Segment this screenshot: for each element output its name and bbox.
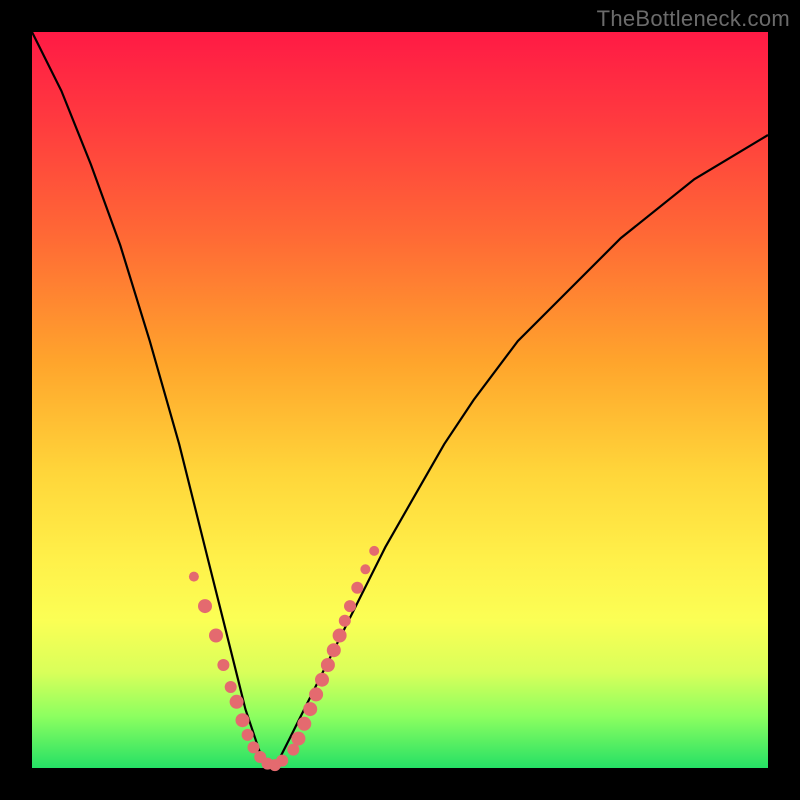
dots-left-cluster	[189, 572, 288, 772]
curve-svg	[32, 32, 768, 768]
bottleneck-curve	[32, 32, 768, 768]
chart-frame: TheBottleneck.com	[0, 0, 800, 800]
data-dot	[360, 564, 370, 574]
dots-right-cluster	[287, 546, 379, 756]
data-dot	[230, 695, 244, 709]
data-dot	[297, 717, 311, 731]
data-dot	[321, 658, 335, 672]
data-dot	[309, 687, 323, 701]
data-dot	[236, 713, 250, 727]
data-dot	[303, 702, 317, 716]
data-dot	[315, 673, 329, 687]
data-dot	[242, 729, 254, 741]
data-dot	[276, 755, 288, 767]
data-dot	[225, 681, 237, 693]
data-dot	[327, 643, 341, 657]
data-dot	[339, 615, 351, 627]
data-dot	[189, 572, 199, 582]
data-dot	[217, 659, 229, 671]
data-dot	[291, 732, 305, 746]
data-dot	[369, 546, 379, 556]
data-dot	[333, 629, 347, 643]
data-dot	[351, 582, 363, 594]
data-dot	[198, 599, 212, 613]
data-dot	[209, 629, 223, 643]
watermark-text: TheBottleneck.com	[597, 6, 790, 32]
plot-area	[32, 32, 768, 768]
data-dot	[344, 600, 356, 612]
